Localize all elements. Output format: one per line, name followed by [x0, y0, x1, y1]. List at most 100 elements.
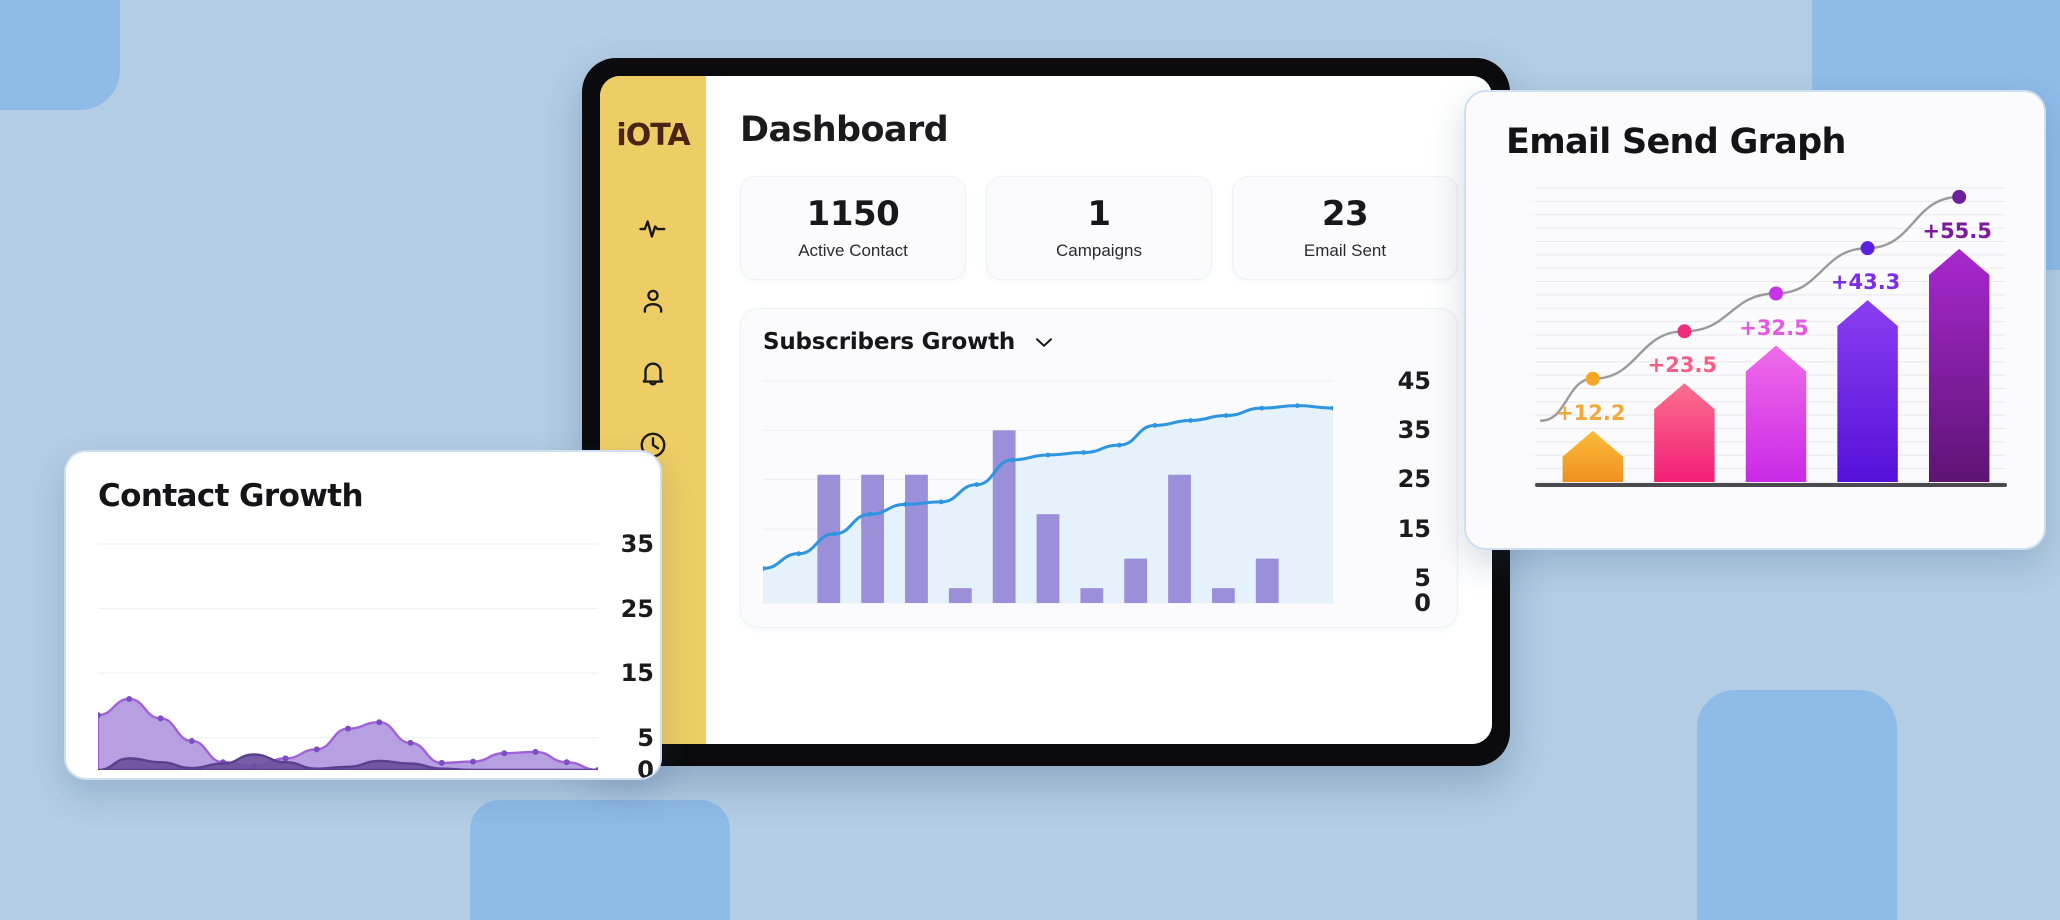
main-content: Dashboard 1150 Active Contact 1 Campaign…: [706, 76, 1492, 744]
subscribers-growth-title: Subscribers Growth: [763, 328, 1016, 355]
data-point: [126, 695, 133, 702]
bar-data-label: +43.3: [1830, 270, 1901, 295]
email-send-title: Email Send Graph: [1506, 122, 1846, 162]
stat-value: 1: [1087, 194, 1111, 234]
contact-growth-card: Contact Growth 0 5 15 25 35: [64, 450, 662, 780]
subscribers-y-axis: 0 5 15 25 35 45: [1379, 359, 1437, 617]
data-point: [1294, 402, 1300, 408]
data-point: [1116, 442, 1122, 448]
subscribers-growth-header: Subscribers Growth: [763, 329, 1437, 355]
data-point: [1259, 405, 1265, 411]
data-point: [974, 481, 980, 487]
data-point: [157, 715, 164, 722]
subscribers-plot-area: [763, 359, 1379, 609]
bar-data-label: +55.5: [1922, 218, 1992, 243]
bar: [1080, 587, 1104, 603]
y-axis-tick: 25: [1397, 465, 1431, 494]
subscribers-growth-panel: Subscribers Growth 0 5 15 25 35 45: [740, 307, 1458, 628]
y-axis-tick: 35: [1397, 416, 1431, 445]
app-logo: iOTA: [616, 118, 690, 153]
tablet-screen: iOTA Dashboard 1150 Active Contact 1 Cam…: [600, 76, 1492, 744]
data-point: [501, 750, 508, 757]
data-point: [1860, 241, 1875, 256]
data-point: [313, 746, 320, 753]
bar: [1837, 300, 1898, 482]
bell-icon: [638, 358, 668, 388]
bar: [905, 474, 928, 603]
data-point: [1223, 412, 1229, 418]
bar: [1928, 248, 1990, 482]
tablet-device: iOTA Dashboard 1150 Active Contact 1 Cam…: [582, 58, 1510, 766]
chart-svg: [98, 543, 598, 770]
stat-value: 23: [1321, 194, 1369, 234]
email-send-card: Email Send Graph +12.2 +23.5 +32.5 +43.3 +55…: [1464, 90, 2046, 550]
bar: [948, 587, 972, 603]
data-point: [532, 748, 539, 755]
data-point: [376, 719, 383, 726]
data-point: [903, 501, 908, 507]
contact-growth-y-axis: 0 5 15 25 35: [594, 528, 660, 778]
y-axis-tick: 25: [620, 594, 654, 623]
data-point: [470, 758, 476, 765]
data-point: [831, 531, 837, 537]
data-point: [282, 755, 289, 762]
data-point: [407, 739, 414, 746]
y-axis-tick: 5: [1414, 564, 1431, 593]
bar: [1036, 513, 1060, 603]
contact-growth-title: Contact Growth: [98, 478, 364, 514]
subscribers-growth-chart: 0 5 15 25 35 45: [763, 359, 1437, 617]
data-point: [1009, 457, 1015, 463]
data-point: [1045, 452, 1051, 458]
y-axis-tick: 5: [637, 723, 654, 752]
bar: [1255, 558, 1279, 603]
y-axis-tick: 45: [1397, 366, 1431, 395]
background-shape-bottom-right: [1697, 690, 1897, 920]
bar: [861, 474, 885, 603]
bar: [1654, 383, 1715, 482]
stat-card-campaigns[interactable]: 1 Campaigns: [986, 176, 1212, 280]
background-shape-top-left: [0, 0, 120, 110]
stat-cards-row: 1150 Active Contact 1 Campaigns 23 Email…: [740, 176, 1458, 280]
bar: [1562, 430, 1624, 482]
sidebar-item-contacts[interactable]: [627, 275, 679, 327]
data-point: [796, 550, 802, 556]
data-point: [1585, 371, 1600, 386]
email-send-plot-area: +12.2 +23.5 +32.5 +43.3 +55.5: [1531, 182, 2014, 512]
data-point: [1152, 422, 1158, 428]
stat-label: Campaigns: [1056, 240, 1142, 260]
contact-growth-chart: 0 5 15 25 35: [98, 528, 660, 778]
data-point: [1081, 449, 1087, 455]
bar-data-label: +23.5: [1647, 353, 1718, 378]
data-point: [1952, 189, 1967, 204]
y-axis-tick: 0: [1414, 588, 1431, 617]
chart-svg: [763, 380, 1333, 604]
bar: [1124, 558, 1148, 603]
y-axis-tick: 15: [620, 659, 654, 688]
data-point: [563, 759, 570, 766]
bar-data-label: +12.2: [1556, 400, 1626, 425]
stat-card-email-sent[interactable]: 23 Email Sent: [1232, 176, 1458, 280]
background-shape-bottom-left: [470, 800, 730, 920]
sidebar-item-notifications[interactable]: [627, 347, 679, 399]
stat-label: Email Sent: [1303, 240, 1387, 260]
stat-card-active-contact[interactable]: 1150 Active Contact: [740, 176, 966, 280]
data-point: [1188, 417, 1193, 423]
data-point: [867, 511, 873, 517]
data-point: [1677, 324, 1692, 339]
area-series: [98, 697, 598, 770]
contact-growth-plot-area: [98, 528, 598, 770]
bar: [1168, 474, 1191, 603]
data-point: [438, 759, 445, 766]
data-point: [1769, 286, 1783, 301]
stat-value: 1150: [806, 194, 900, 234]
sidebar-item-activity[interactable]: [627, 203, 679, 255]
bar: [992, 430, 1016, 603]
chevron-down-icon[interactable]: [1031, 329, 1057, 355]
data-point: [188, 737, 195, 744]
data-point: [938, 499, 944, 504]
activity-pulse-icon: [638, 214, 668, 244]
y-axis-tick: 0: [637, 756, 654, 780]
y-axis-tick: 35: [620, 530, 654, 558]
bar: [1745, 345, 1807, 482]
bar: [1211, 587, 1235, 603]
